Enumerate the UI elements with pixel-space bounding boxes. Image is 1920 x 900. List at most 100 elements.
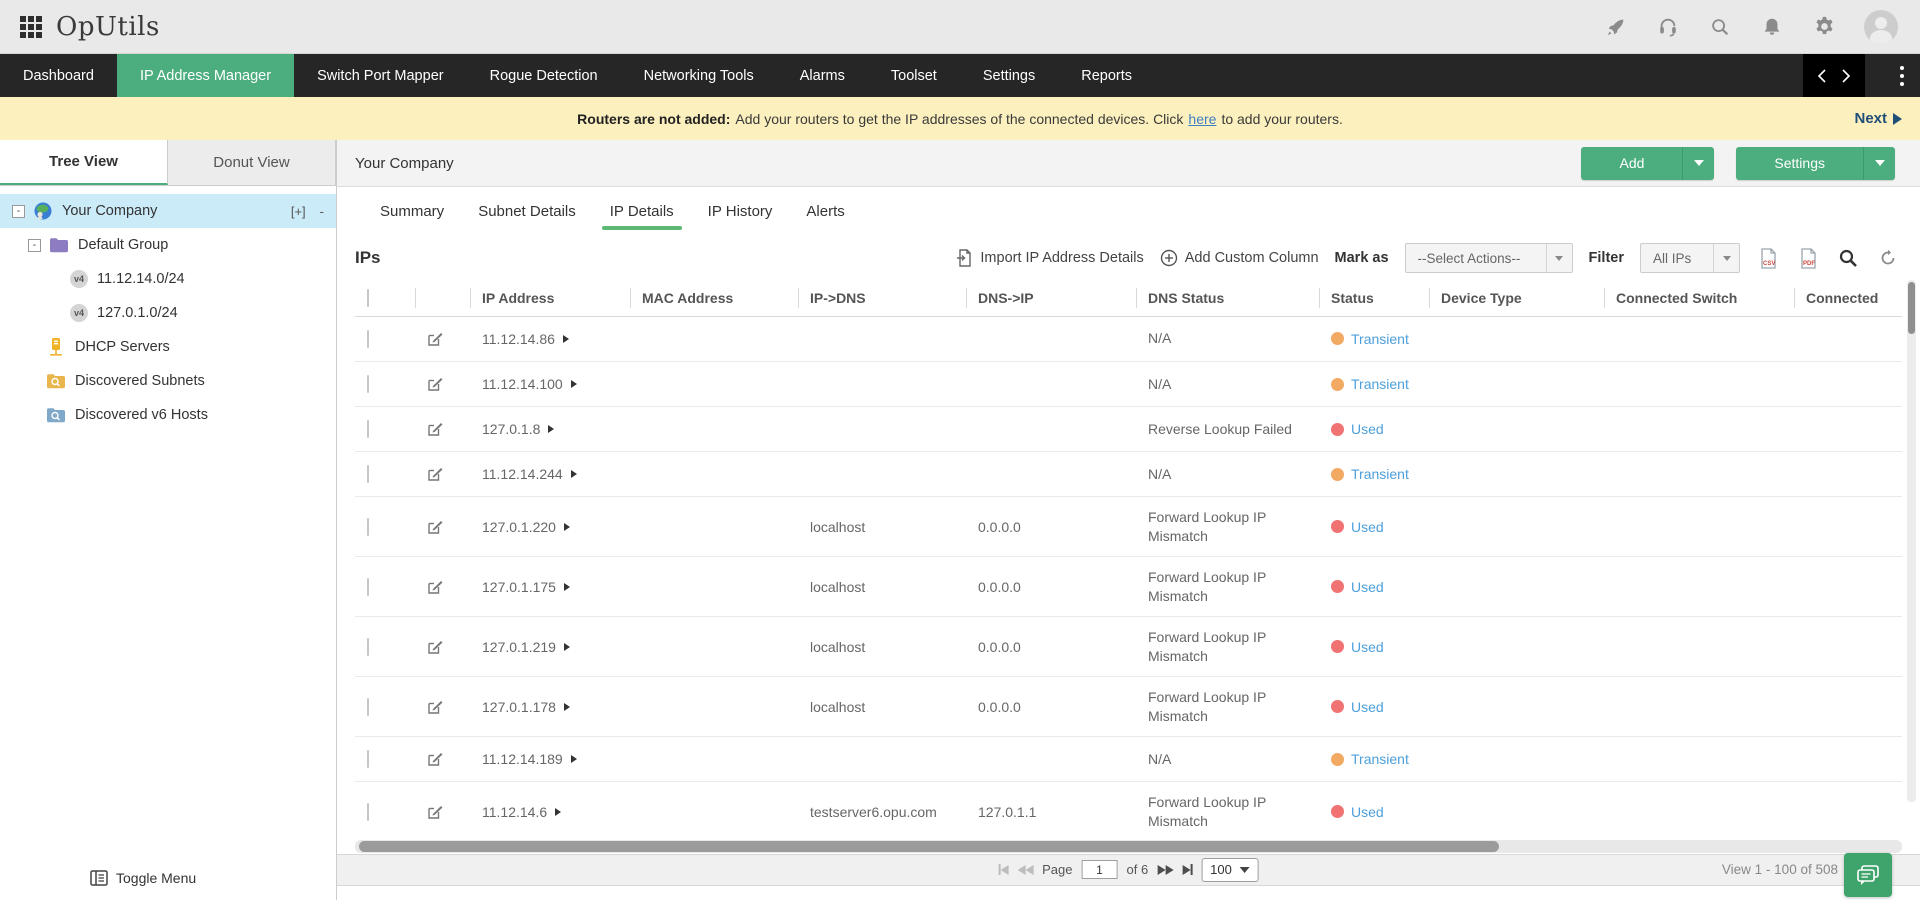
edit-icon[interactable] [427,466,443,482]
row-expand-arrow-icon[interactable] [563,702,570,711]
previous-page-button[interactable] [1017,864,1034,875]
row-expand-arrow-icon[interactable] [555,807,562,816]
header-ip-to-dns[interactable]: IP->DNS [798,280,966,317]
edit-icon[interactable] [427,376,443,392]
nav-item-ip-address-manager[interactable]: IP Address Manager [116,54,295,97]
header-dns-status[interactable]: DNS Status [1136,280,1319,317]
tree-item-your-company[interactable]: - Your Company [+] - [0,194,336,228]
horizontal-scrollbar-thumb[interactable] [359,840,1499,852]
status-link[interactable]: Transient [1351,376,1409,392]
collapse-icon[interactable]: - [28,238,41,252]
chevron-right-icon[interactable] [1841,68,1851,84]
edit-icon[interactable] [427,579,443,595]
first-page-button[interactable] [998,864,1009,875]
next-page-button[interactable] [1157,864,1174,875]
last-page-button[interactable] [1182,864,1193,875]
apps-grid-icon[interactable] [20,15,42,38]
ip-address-value[interactable]: 11.12.14.244 [482,466,563,482]
row-expand-arrow-icon[interactable] [570,755,577,763]
ip-address-value[interactable]: 11.12.14.100 [482,376,563,392]
nav-item-switch-port-mapper[interactable]: Switch Port Mapper [294,54,467,97]
toggle-menu-button[interactable]: Toggle Menu [90,870,196,886]
user-avatar[interactable] [1864,9,1898,44]
filter-dropdown[interactable]: All IPs [1640,243,1740,273]
row-checkbox[interactable] [367,750,369,768]
header-dns-to-ip[interactable]: DNS->IP [966,280,1136,317]
row-checkbox[interactable] [367,637,369,656]
tab-subnet-details[interactable]: Subnet Details [478,187,576,236]
add-dropdown-arrow-icon[interactable] [1682,146,1715,180]
nav-item-rogue-detection[interactable]: Rogue Detection [467,54,621,97]
status-link[interactable]: Used [1351,639,1384,655]
add-subnet-action[interactable]: [+] [291,204,306,219]
export-csv-icon[interactable]: CSV [1756,246,1780,270]
header-connected-switch[interactable]: Connected Switch [1604,280,1794,317]
header-connected[interactable]: Connected [1794,280,1902,317]
tree-item-subnet-127-0-1[interactable]: v4 127.0.1.0/24 [0,296,336,330]
row-expand-arrow-icon[interactable] [548,425,555,433]
vertical-scrollbar[interactable] [1907,280,1916,802]
tree-item-discovered-v6-hosts[interactable]: Discovered v6 Hosts [0,398,336,432]
status-link[interactable]: Used [1351,804,1384,820]
tree-item-default-group[interactable]: - Default Group [0,228,336,262]
row-checkbox[interactable] [367,465,369,483]
refresh-icon[interactable] [1876,246,1900,270]
ip-address-value[interactable]: 11.12.14.86 [482,331,555,347]
row-checkbox[interactable] [367,802,369,821]
row-expand-arrow-icon[interactable] [562,334,569,343]
tree-item-subnet-11-12-14[interactable]: v4 11.12.14.0/24 [0,262,336,296]
edit-icon[interactable] [427,331,443,347]
tree-item-discovered-subnets[interactable]: Discovered Subnets [0,364,336,398]
tab-donut-view[interactable]: Donut View [168,140,336,185]
edit-icon[interactable] [427,421,443,437]
tree-item-dhcp-servers[interactable]: DHCP Servers [0,330,336,364]
tab-alerts[interactable]: Alerts [806,187,844,236]
row-expand-arrow-icon[interactable] [563,522,570,531]
row-checkbox[interactable] [367,420,369,438]
add-custom-column-button[interactable]: Add Custom Column [1160,249,1319,267]
add-button[interactable]: Add [1581,146,1715,180]
ip-address-value[interactable]: 127.0.1.8 [482,421,540,437]
page-size-select[interactable]: 100 [1201,857,1259,882]
collapse-icon[interactable]: - [12,204,25,218]
settings-button[interactable]: Settings [1736,146,1895,180]
row-checkbox[interactable] [367,577,369,596]
settings-dropdown-arrow-icon[interactable] [1863,146,1895,180]
chat-support-button[interactable] [1844,852,1892,897]
status-link[interactable]: Used [1351,421,1384,437]
edit-icon[interactable] [427,804,443,820]
nav-item-networking-tools[interactable]: Networking Tools [621,54,777,97]
edit-icon[interactable] [427,699,443,715]
ip-address-value[interactable]: 127.0.1.175 [482,579,556,595]
ip-address-value[interactable]: 127.0.1.219 [482,639,556,655]
header-ip-address[interactable]: IP Address [470,280,630,317]
edit-icon[interactable] [427,751,443,767]
banner-here-link[interactable]: here [1188,111,1216,127]
nav-overflow-menu-icon[interactable] [1900,54,1904,97]
status-link[interactable]: Used [1351,699,1384,715]
rocket-icon[interactable] [1604,15,1628,39]
table-search-icon[interactable] [1836,246,1860,270]
gear-icon[interactable] [1812,15,1836,39]
select-all-checkbox[interactable] [367,288,369,307]
select-actions-dropdown[interactable]: --Select Actions-- [1404,243,1573,273]
row-checkbox[interactable] [367,517,369,536]
edit-icon[interactable] [427,639,443,655]
status-link[interactable]: Transient [1351,466,1409,482]
row-checkbox[interactable] [367,329,369,348]
nav-item-reports[interactable]: Reports [1058,54,1155,97]
bell-icon[interactable] [1760,15,1784,39]
ip-address-value[interactable]: 11.12.14.189 [482,751,563,767]
row-checkbox[interactable] [367,697,369,716]
tab-tree-view[interactable]: Tree View [0,140,168,185]
vertical-scrollbar-thumb[interactable] [1908,282,1915,334]
header-device-type[interactable]: Device Type [1429,280,1604,317]
export-pdf-icon[interactable]: PDF [1796,246,1820,270]
nav-item-toolset[interactable]: Toolset [868,54,960,97]
status-link[interactable]: Used [1351,579,1384,595]
ip-address-value[interactable]: 11.12.14.6 [482,804,547,820]
row-expand-arrow-icon[interactable] [570,380,577,388]
tab-ip-history[interactable]: IP History [708,187,773,236]
row-expand-arrow-icon[interactable] [563,642,570,651]
ip-address-value[interactable]: 127.0.1.178 [482,699,556,715]
